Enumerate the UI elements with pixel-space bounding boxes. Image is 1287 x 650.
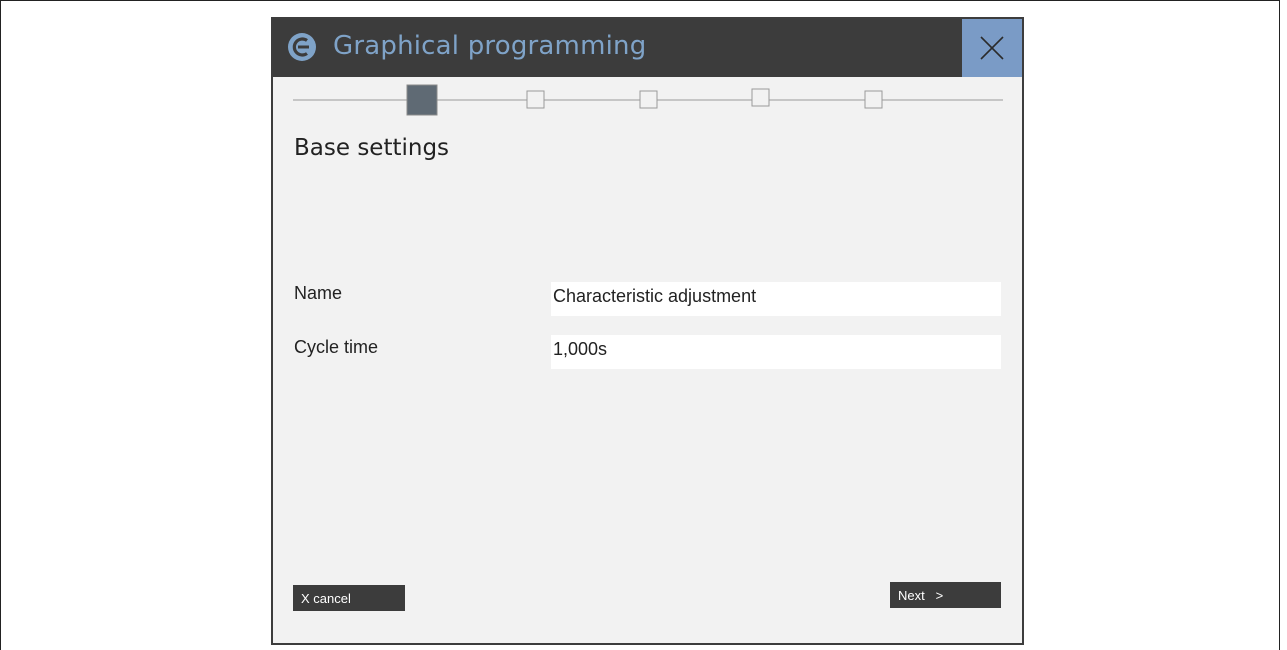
name-label: Name [294, 283, 343, 303]
cancel-button[interactable]: X cancel [293, 585, 405, 611]
cycle-time-label: Cycle time [294, 337, 379, 357]
step-marker-2 [526, 90, 545, 109]
dialog-titlebar: Graphical programming [273, 19, 1022, 77]
graphical-programming-dialog: Graphical programming Base settings Name… [271, 17, 1024, 645]
section-heading: Base settings [294, 135, 450, 161]
step-marker-1-active [406, 84, 438, 116]
name-field[interactable] [551, 282, 1001, 316]
dialog-title: Graphical programming [333, 31, 647, 61]
step-marker-5 [864, 90, 883, 109]
app-logo-icon [288, 33, 316, 61]
step-marker-3 [639, 90, 658, 109]
step-marker-4 [751, 88, 770, 107]
cycle-time-field[interactable] [551, 335, 1001, 369]
step-progress-indicator [293, 84, 1003, 116]
next-button[interactable]: Next > [890, 582, 1001, 608]
close-icon [980, 36, 1004, 60]
close-button[interactable] [962, 19, 1022, 77]
